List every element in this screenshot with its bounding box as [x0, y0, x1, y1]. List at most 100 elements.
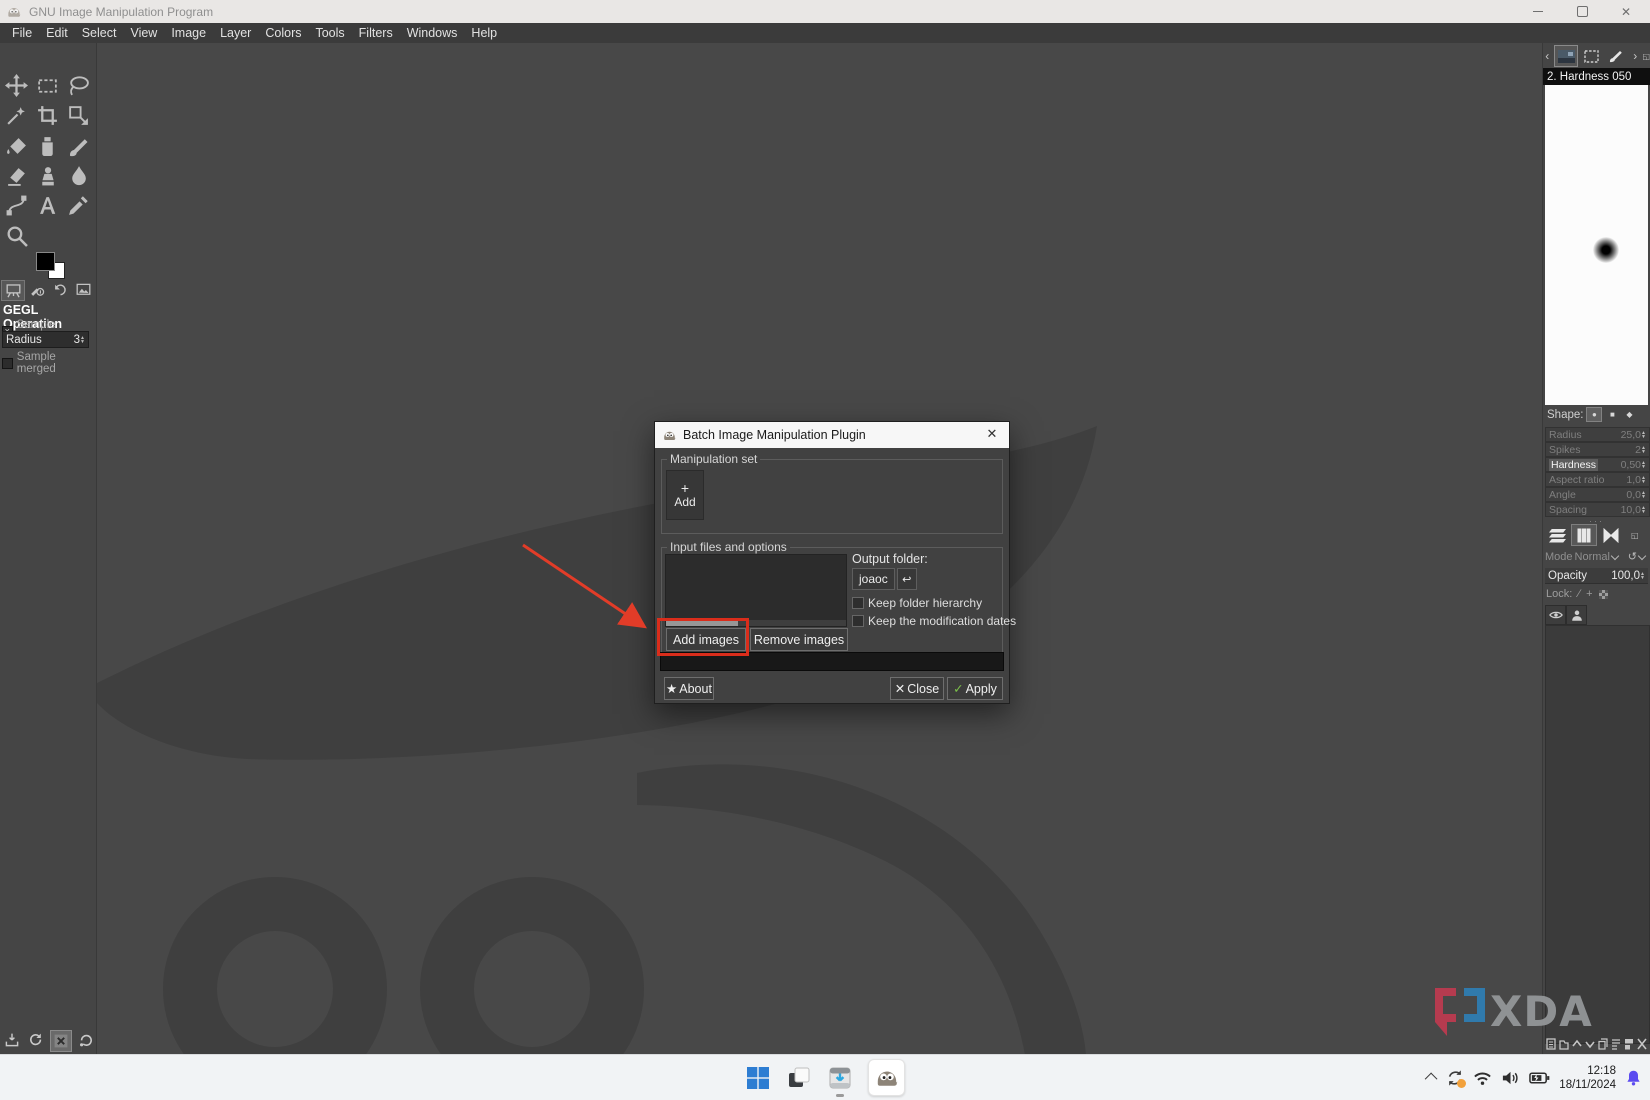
sample-merged-row[interactable]: Sample merged: [2, 351, 96, 375]
tool-paintbrush-icon[interactable]: [63, 131, 94, 160]
menu-layer[interactable]: Layer: [213, 26, 258, 40]
color-swatches[interactable]: [36, 252, 70, 282]
apply-button[interactable]: ✓ Apply: [947, 677, 1003, 700]
lock-position-icon[interactable]: +: [1586, 588, 1592, 600]
remove-images-button[interactable]: Remove images: [750, 628, 848, 651]
merge-layer-button[interactable]: [1610, 1036, 1621, 1052]
tool-paths-icon[interactable]: [1, 191, 32, 220]
foreground-color-swatch[interactable]: [36, 252, 55, 271]
dock-menu-icon[interactable]: ◱: [1631, 531, 1639, 540]
keep-hierarchy-row[interactable]: Keep folder hierarchy: [852, 596, 982, 610]
delete-preset-button[interactable]: [50, 1030, 72, 1052]
mode-switch-icon[interactable]: ↺: [1628, 550, 1637, 563]
tool-free-select-icon[interactable]: [63, 71, 94, 100]
slider-radius[interactable]: Radius 25,0 ▲▼: [1545, 427, 1650, 442]
battery-icon[interactable]: [1529, 1071, 1550, 1085]
anchor-layer-button[interactable]: [1623, 1036, 1634, 1052]
restore-preset-button[interactable]: [26, 1030, 46, 1050]
output-folder-reset-button[interactable]: ↩: [897, 568, 917, 590]
menu-edit[interactable]: Edit: [39, 26, 75, 40]
taskbar-clock[interactable]: 12:18 18/11/2024: [1559, 1064, 1616, 1092]
tool-unified-transform-icon[interactable]: [63, 101, 94, 130]
dialog-close-icon[interactable]: ✕: [983, 426, 1001, 442]
tray-update-icon[interactable]: [1446, 1069, 1464, 1087]
shape-diamond-button[interactable]: ◆: [1622, 408, 1636, 421]
mode-value[interactable]: Normal: [1575, 551, 1610, 563]
restore-button[interactable]: [1560, 0, 1604, 23]
tab-layers[interactable]: [1545, 525, 1569, 545]
radius-spin-arrows[interactable]: ▲ ▼: [80, 336, 88, 344]
tabs-scroll-left-icon[interactable]: ‹: [1543, 49, 1551, 63]
tab-channels[interactable]: [1571, 524, 1597, 546]
radius-spinner[interactable]: Radius 3 ▲ ▼: [2, 331, 89, 348]
tool-fuzzy-select-icon[interactable]: [1, 101, 32, 130]
tool-clone-icon[interactable]: [32, 161, 63, 190]
new-group-button[interactable]: [1558, 1036, 1569, 1052]
tab-brush-preview[interactable]: [1554, 45, 1578, 67]
mode-dropdown-icon[interactable]: [1611, 551, 1619, 559]
brush-preview[interactable]: [1545, 85, 1648, 405]
reset-options-button[interactable]: [76, 1030, 96, 1050]
dock-menu-icon[interactable]: ◱: [1642, 52, 1650, 61]
mode-extra-dropdown-icon[interactable]: [1638, 551, 1646, 559]
shape-circle-button[interactable]: ●: [1586, 407, 1602, 422]
about-button[interactable]: ★ About: [664, 677, 714, 700]
save-preset-button[interactable]: [2, 1030, 22, 1050]
tool-smudge-icon[interactable]: [63, 161, 94, 190]
minimize-button[interactable]: [1516, 0, 1560, 23]
visibility-toggle[interactable]: [1545, 605, 1566, 625]
tab-selection-editor[interactable]: [1581, 46, 1603, 66]
tool-text-icon[interactable]: [32, 191, 63, 220]
tray-overflow-icon[interactable]: [1425, 1073, 1438, 1086]
link-toggle[interactable]: [1566, 605, 1587, 625]
opacity-slider[interactable]: Opacity 100,0 ▲▼: [1545, 568, 1648, 584]
shape-square-button[interactable]: ■: [1605, 408, 1619, 421]
sample-merged-checkbox[interactable]: [2, 358, 13, 369]
delete-layer-button[interactable]: [1636, 1036, 1647, 1052]
tabs-scroll-right-icon[interactable]: ›: [1631, 49, 1639, 63]
tool-move-icon[interactable]: [1, 71, 32, 100]
tab-device-status[interactable]: [26, 280, 48, 299]
slider-aspect-ratio[interactable]: Aspect ratio 1,0 ▲▼: [1545, 472, 1650, 487]
menu-file[interactable]: File: [5, 26, 39, 40]
tool-zoom-icon[interactable]: [1, 221, 32, 250]
menu-help[interactable]: Help: [464, 26, 504, 40]
output-folder-button[interactable]: joaoc: [852, 568, 895, 590]
menu-select[interactable]: Select: [75, 26, 124, 40]
menu-filters[interactable]: Filters: [352, 26, 400, 40]
tool-mypaint-brush-icon[interactable]: [32, 131, 63, 160]
tab-undo-history[interactable]: [49, 280, 71, 299]
tab-images[interactable]: [72, 280, 94, 299]
tool-eraser-icon[interactable]: [1, 161, 32, 190]
notification-bell-icon[interactable]: [1625, 1069, 1642, 1087]
tab-brushes[interactable]: [1605, 46, 1627, 66]
lower-layer-button[interactable]: [1584, 1036, 1595, 1052]
add-manipulation-button[interactable]: + Add: [666, 470, 704, 520]
close-button[interactable]: ✕: [1604, 0, 1648, 23]
start-button[interactable]: [745, 1065, 771, 1091]
menu-image[interactable]: Image: [164, 26, 213, 40]
duplicate-layer-button[interactable]: [1597, 1036, 1608, 1052]
lock-pixels-icon[interactable]: ∕: [1578, 588, 1580, 600]
slider-angle[interactable]: Angle 0,0 ▲▼: [1545, 487, 1650, 502]
menu-colors[interactable]: Colors: [258, 26, 308, 40]
slider-spacing[interactable]: Spacing 10,0 ▲▼: [1545, 502, 1650, 517]
volume-icon[interactable]: [1501, 1070, 1520, 1086]
keep-hierarchy-checkbox[interactable]: [852, 597, 864, 609]
close-dialog-button[interactable]: ✕ Close: [890, 677, 944, 700]
keep-dates-row[interactable]: Keep the modification dates: [852, 614, 1016, 628]
task-view-button[interactable]: [786, 1065, 812, 1091]
menu-view[interactable]: View: [123, 26, 164, 40]
tool-crop-icon[interactable]: [32, 101, 63, 130]
tab-paths[interactable]: [1599, 525, 1623, 545]
menu-tools[interactable]: Tools: [308, 26, 351, 40]
slider-spikes[interactable]: Spikes 2 ▲▼: [1545, 442, 1650, 457]
tool-color-picker-icon[interactable]: [63, 191, 94, 220]
menu-windows[interactable]: Windows: [400, 26, 465, 40]
wifi-icon[interactable]: [1473, 1070, 1492, 1086]
installer-app-button[interactable]: [827, 1065, 853, 1091]
lock-alpha-icon[interactable]: [1599, 590, 1608, 599]
raise-layer-button[interactable]: [1571, 1036, 1582, 1052]
input-file-list[interactable]: [665, 554, 847, 627]
gimp-taskbar-button[interactable]: [868, 1059, 905, 1096]
